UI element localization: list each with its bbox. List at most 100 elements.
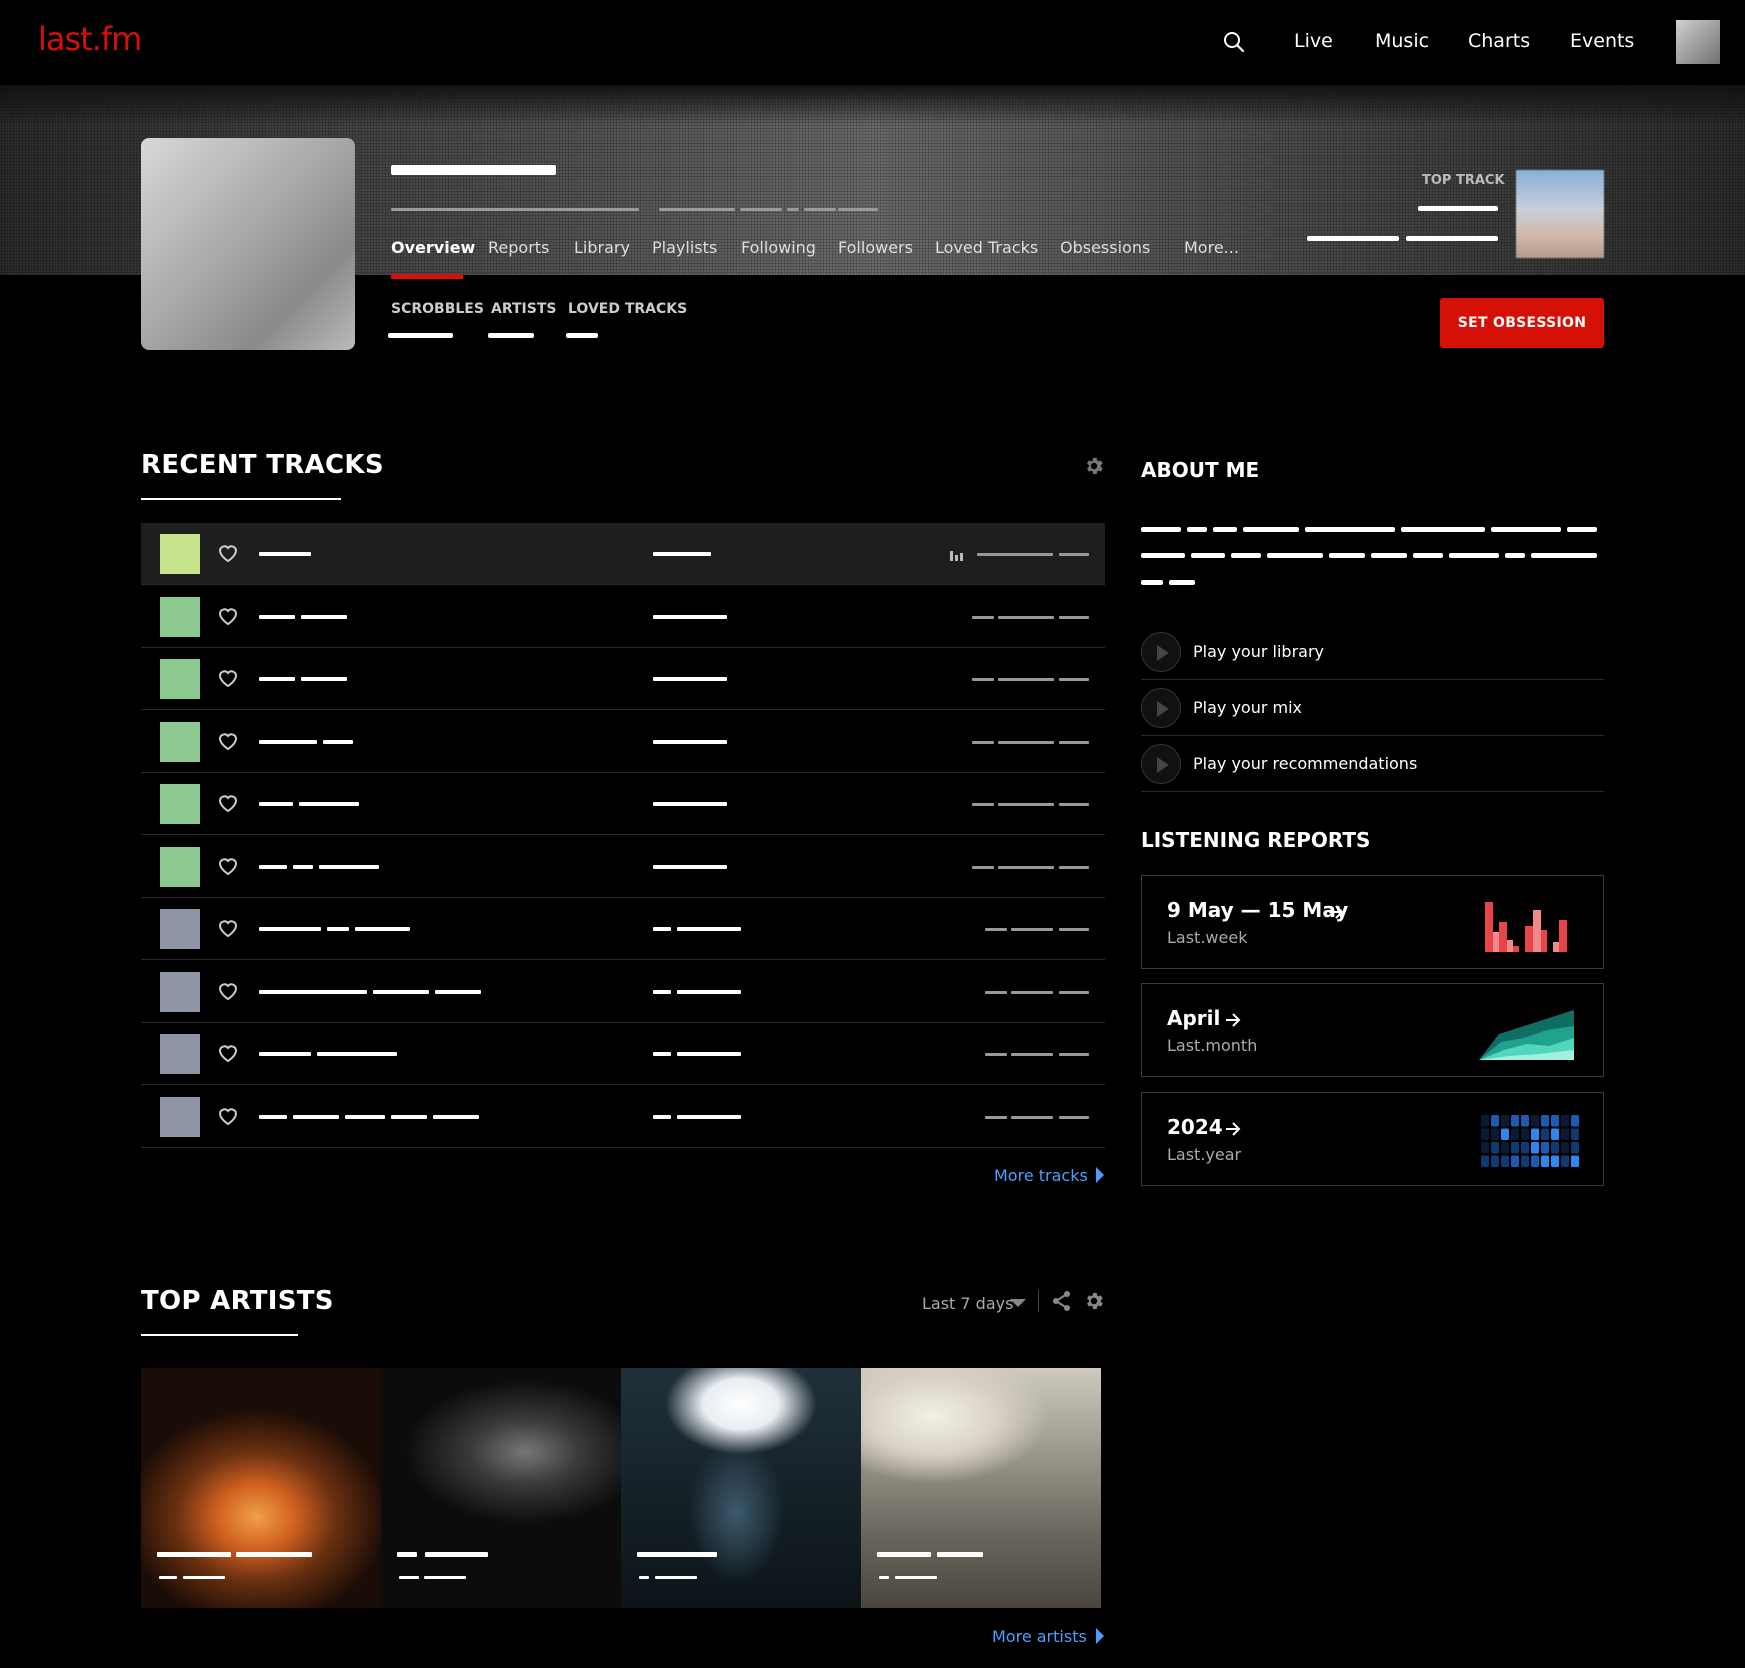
tab-followers[interactable]: Followers — [838, 238, 913, 257]
tab-playlists[interactable]: Playlists — [652, 238, 717, 257]
period-select[interactable]: Last 7 days — [922, 1294, 1013, 1313]
track-row[interactable] — [141, 1023, 1105, 1085]
heart-icon[interactable] — [217, 918, 239, 938]
heart-icon[interactable] — [217, 668, 239, 688]
play-mix-label[interactable]: Play your mix — [1193, 698, 1302, 717]
play-icon[interactable] — [1141, 744, 1181, 784]
tab-overview[interactable]: Overview — [391, 238, 475, 257]
track-name-redacted[interactable] — [433, 1114, 479, 1119]
user-avatar[interactable] — [1676, 20, 1720, 64]
artist-tile[interactable] — [621, 1368, 861, 1608]
track-name-redacted[interactable] — [259, 1052, 311, 1056]
track-artwork[interactable] — [160, 784, 200, 824]
track-artwork[interactable] — [160, 846, 200, 887]
track-name-redacted[interactable] — [259, 989, 367, 994]
track-name-redacted[interactable] — [301, 677, 347, 681]
track-row[interactable] — [141, 836, 1105, 898]
track-artist-redacted[interactable] — [653, 989, 671, 994]
track-name-redacted[interactable] — [317, 1052, 397, 1056]
top-track-title-redacted[interactable] — [1418, 206, 1498, 211]
track-row[interactable] — [141, 586, 1105, 648]
tab-library[interactable]: Library — [574, 238, 630, 257]
tab-loved-tracks[interactable]: Loved Tracks — [935, 238, 1038, 257]
track-name-redacted[interactable] — [355, 927, 410, 931]
artist-tile[interactable] — [861, 1368, 1101, 1608]
stat-artists-label[interactable]: ARTISTS — [491, 301, 556, 317]
track-name-redacted[interactable] — [293, 864, 313, 869]
track-name-redacted[interactable] — [259, 677, 295, 681]
gear-icon[interactable] — [1083, 455, 1105, 477]
track-artist-redacted[interactable] — [653, 552, 711, 556]
track-name-redacted[interactable] — [373, 989, 429, 994]
track-artist-redacted[interactable] — [677, 1052, 741, 1056]
heart-icon[interactable] — [217, 1106, 239, 1126]
nav-charts[interactable]: Charts — [1468, 30, 1530, 52]
heart-icon[interactable] — [217, 793, 239, 813]
track-artist-redacted[interactable] — [677, 989, 741, 994]
stat-scrobbles-label[interactable]: SCROBBLES — [391, 301, 484, 317]
report-card-week[interactable]: 9 May — 15 May Last.week — [1141, 875, 1604, 969]
stat-loved-tracks-label[interactable]: LOVED TRACKS — [568, 301, 687, 317]
track-artwork[interactable] — [160, 721, 200, 762]
play-recommendations-label[interactable]: Play your recommendations — [1193, 754, 1417, 773]
track-artist-redacted[interactable] — [677, 1114, 741, 1119]
track-row[interactable] — [141, 523, 1105, 585]
chevron-right-icon[interactable] — [1096, 1167, 1104, 1183]
play-library-row[interactable]: Play your library — [1141, 624, 1604, 680]
artist-tile[interactable] — [141, 1368, 381, 1608]
search-icon[interactable] — [1222, 30, 1246, 54]
track-artist-redacted[interactable] — [653, 739, 727, 744]
track-row[interactable] — [141, 961, 1105, 1023]
track-artist-redacted[interactable] — [653, 614, 727, 619]
report-month-title[interactable]: April — [1167, 1006, 1220, 1030]
report-week-title[interactable]: 9 May — 15 May — [1167, 898, 1348, 922]
track-name-redacted[interactable] — [435, 989, 481, 994]
track-artwork[interactable] — [160, 971, 200, 1012]
track-artwork[interactable] — [160, 596, 200, 637]
track-artwork[interactable] — [160, 1034, 200, 1074]
track-name-redacted[interactable] — [319, 864, 379, 869]
track-artist-redacted[interactable] — [653, 677, 727, 681]
track-row[interactable] — [141, 1086, 1105, 1148]
track-name-redacted[interactable] — [345, 1114, 385, 1119]
heart-icon[interactable] — [217, 856, 239, 876]
top-track-artwork[interactable] — [1516, 170, 1604, 258]
tab-obsessions[interactable]: Obsessions — [1060, 238, 1150, 257]
nav-live[interactable]: Live — [1294, 30, 1333, 52]
track-name-redacted[interactable] — [259, 739, 317, 744]
nav-music[interactable]: Music — [1375, 30, 1429, 52]
track-row[interactable] — [141, 711, 1105, 773]
track-artist-redacted[interactable] — [653, 1052, 671, 1056]
track-artist-redacted[interactable] — [653, 864, 727, 869]
set-obsession-button[interactable]: SET OBSESSION — [1440, 298, 1604, 348]
share-icon[interactable] — [1051, 1290, 1073, 1312]
heart-icon[interactable] — [217, 731, 239, 751]
play-recommendations-row[interactable]: Play your recommendations — [1141, 736, 1604, 792]
track-name-redacted[interactable] — [259, 552, 311, 556]
track-name-redacted[interactable] — [259, 927, 321, 931]
track-name-redacted[interactable] — [327, 927, 349, 931]
play-library-label[interactable]: Play your library — [1193, 642, 1324, 661]
track-artwork[interactable] — [160, 659, 200, 699]
more-tracks-link[interactable]: More tracks — [994, 1166, 1088, 1185]
track-row[interactable] — [141, 898, 1105, 960]
track-artwork[interactable] — [160, 534, 200, 574]
chevron-right-icon[interactable] — [1096, 1628, 1104, 1644]
track-artist-redacted[interactable] — [653, 927, 671, 931]
track-name-redacted[interactable] — [259, 614, 295, 619]
heart-icon[interactable] — [217, 1043, 239, 1063]
heart-icon[interactable] — [217, 543, 239, 563]
report-year-title[interactable]: 2024 — [1167, 1115, 1223, 1139]
track-name-redacted[interactable] — [259, 864, 287, 869]
track-name-redacted[interactable] — [299, 802, 359, 806]
track-artist-redacted[interactable] — [677, 927, 741, 931]
heart-icon[interactable] — [217, 981, 239, 1001]
play-icon[interactable] — [1141, 688, 1181, 728]
track-name-redacted[interactable] — [301, 614, 347, 619]
chevron-down-icon[interactable] — [1010, 1299, 1026, 1307]
track-row[interactable] — [141, 773, 1105, 835]
tab-reports[interactable]: Reports — [488, 238, 549, 257]
tab-more[interactable]: More... — [1184, 238, 1239, 257]
report-card-year[interactable]: 2024 Last.year — [1141, 1092, 1604, 1186]
track-name-redacted[interactable] — [259, 1114, 287, 1119]
